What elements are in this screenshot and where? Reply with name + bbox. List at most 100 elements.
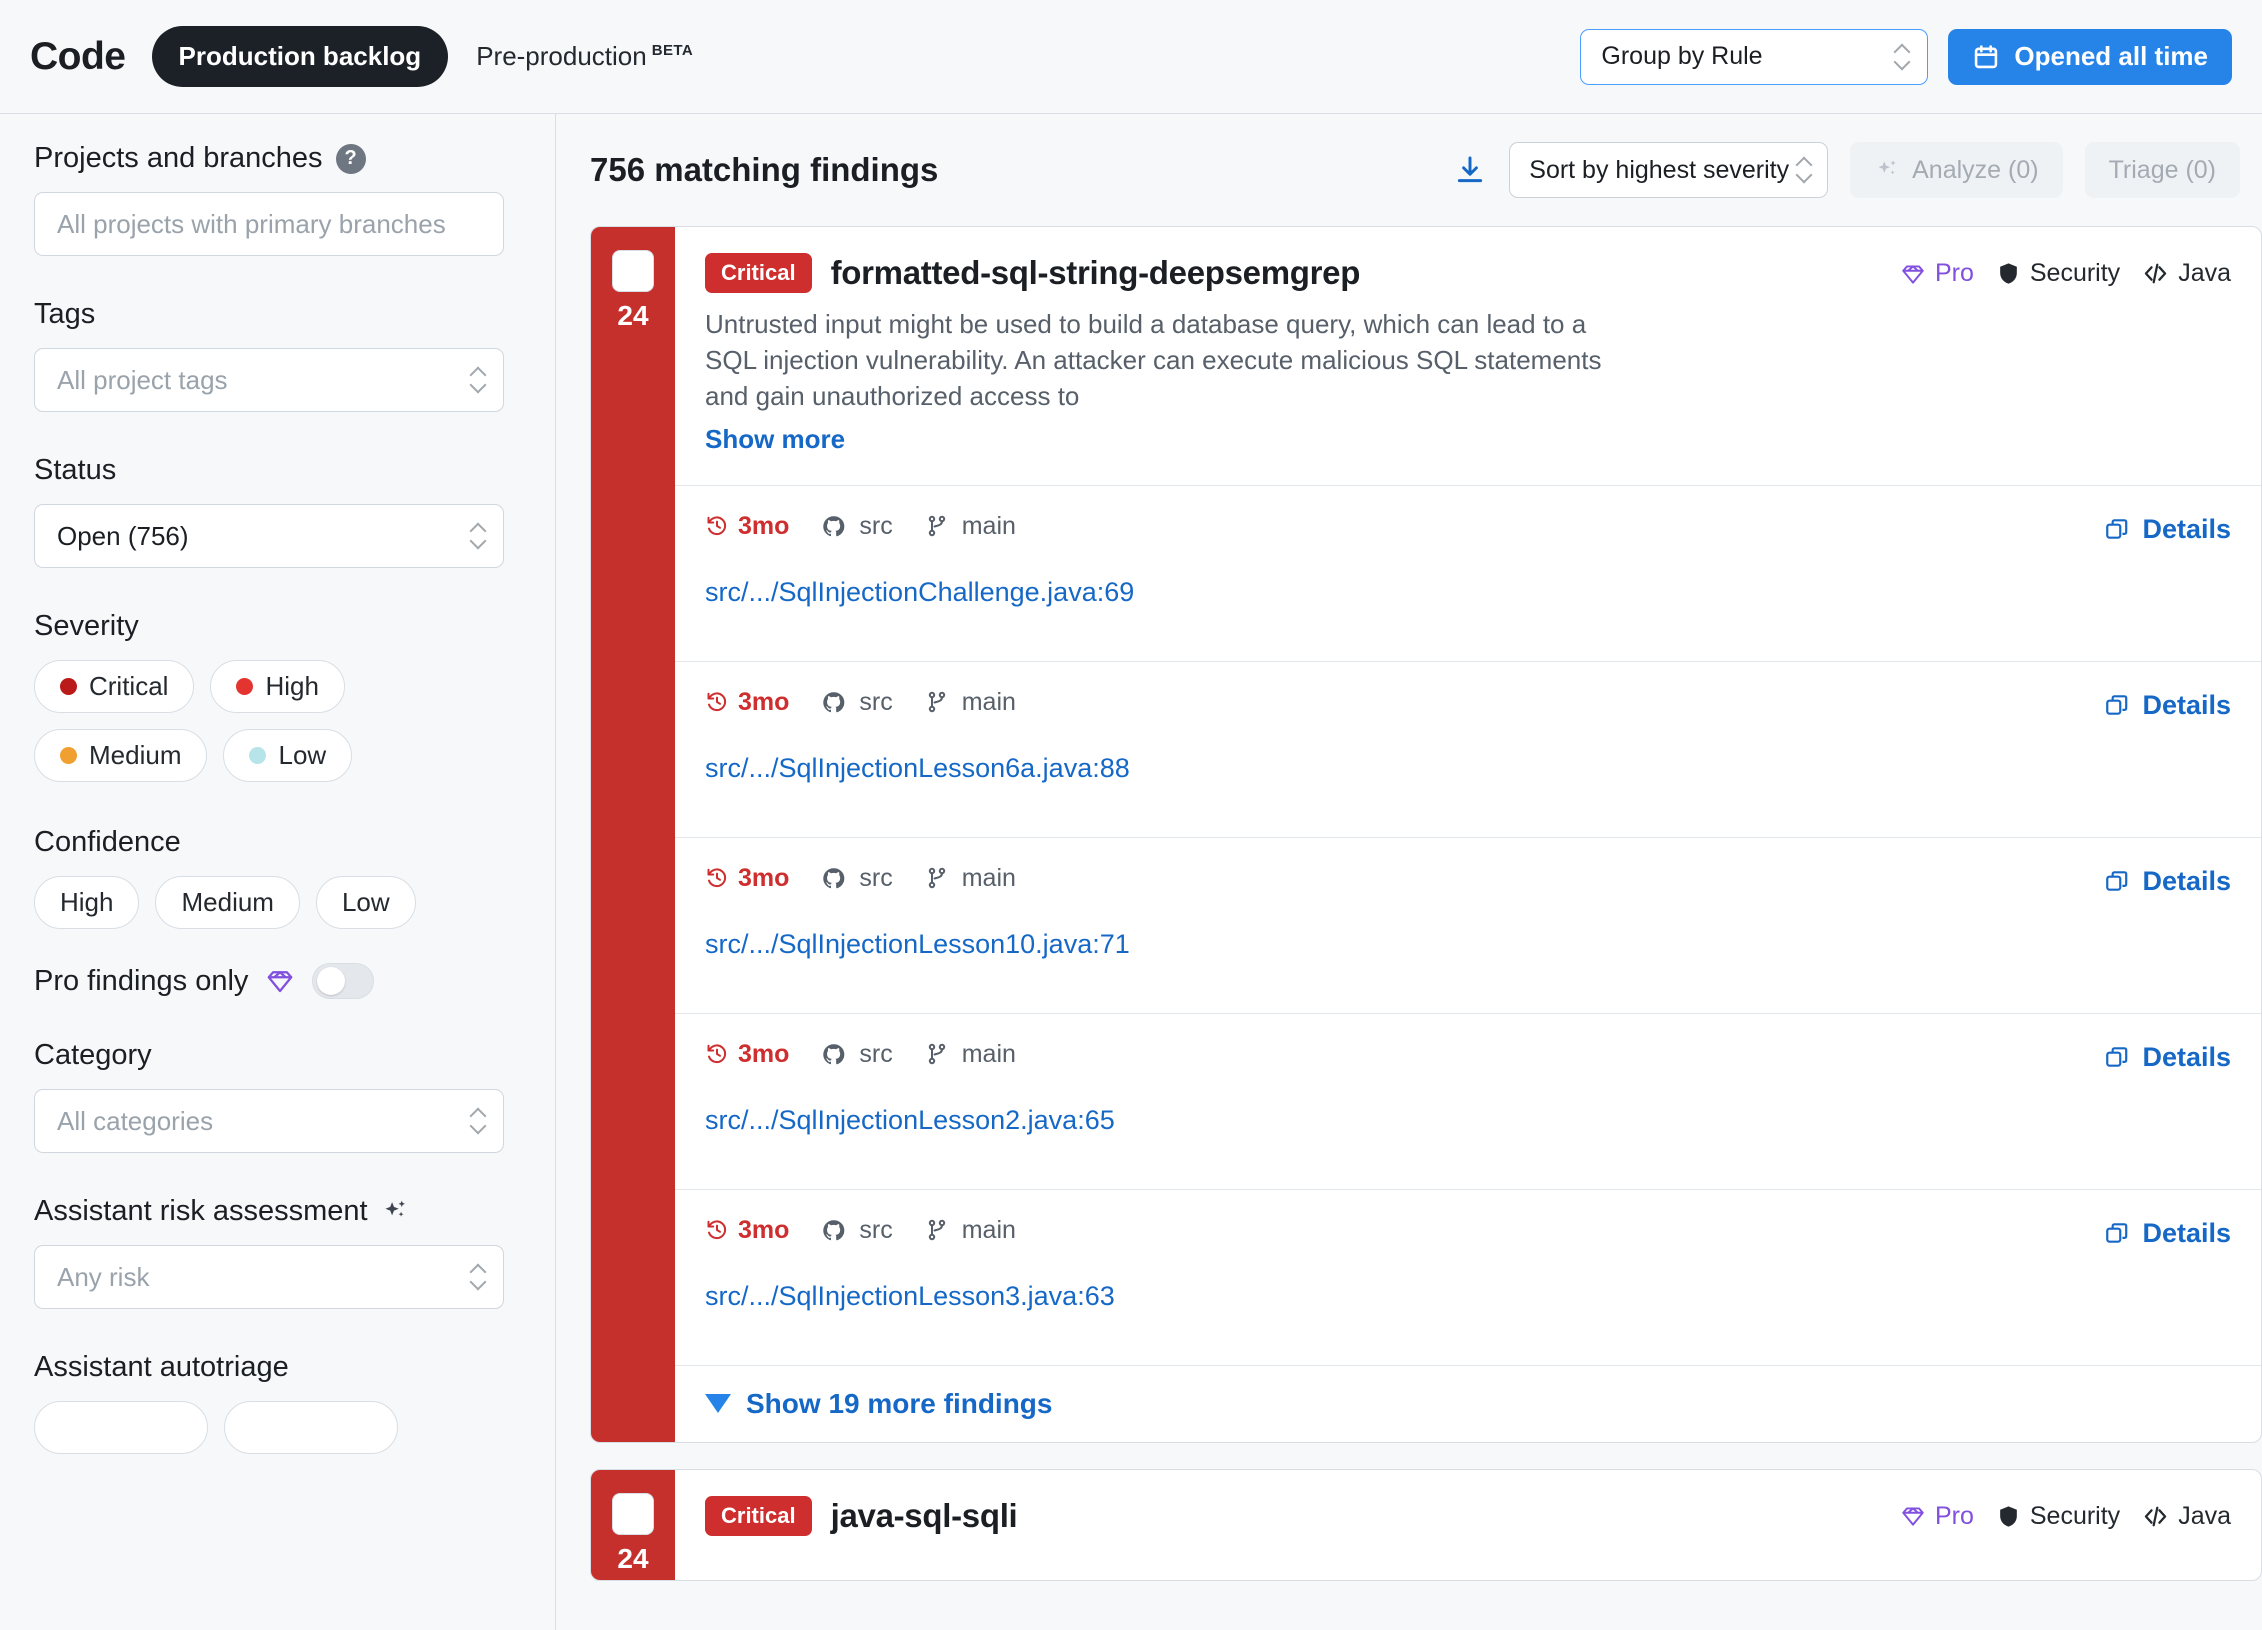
severity-chip-low[interactable]: Low [223, 729, 353, 782]
history-icon [705, 690, 729, 714]
severity-chip-medium-label: Medium [89, 740, 182, 770]
rule-title-row: Critical java-sql-sqli [705, 1495, 1900, 1536]
finding-age: 3mo [705, 1040, 789, 1069]
rule-header-main: Critical java-sql-sqli [705, 1495, 1900, 1550]
top-bar-actions: Group by Rule Opened all time [1580, 28, 2232, 85]
finding-path-link[interactable]: src/.../SqlInjectionLesson10.java:71 [705, 929, 2104, 960]
finding-row-main: 3mo src [705, 688, 2104, 784]
autotriage-chip-1[interactable] [34, 1401, 208, 1454]
tag-security: Security [1996, 259, 2120, 288]
sort-select[interactable]: Sort by highest severity [1509, 142, 1829, 198]
show-more-findings-button[interactable]: Show 19 more findings [675, 1364, 2261, 1442]
finding-card-body: Critical java-sql-sqli Pro Security Java [675, 1470, 2261, 1580]
severity-rail: 24 [591, 1469, 675, 1580]
risk-assessment-label-text: Assistant risk assessment [34, 1195, 368, 1227]
findings-toolbar: 756 matching findings Sort by highest se… [590, 114, 2262, 226]
rule-header-main: Critical formatted-sql-string-deepsemgre… [705, 253, 1900, 455]
tag-language-label: Java [2178, 1501, 2231, 1530]
environment-name: Pre-production [476, 41, 647, 71]
details-link[interactable]: Details [2104, 688, 2231, 721]
tags-select[interactable]: All project tags [34, 348, 504, 412]
finding-path-link[interactable]: src/.../SqlInjectionLesson2.java:65 [705, 1105, 2104, 1136]
finding-age-label: 3mo [738, 1215, 790, 1244]
risk-assessment-filter-label: Assistant risk assessment [34, 1195, 521, 1228]
analyze-button[interactable]: Analyze (0) [1850, 142, 2063, 198]
shield-icon [1996, 1504, 2021, 1529]
finding-row: 3mo src [675, 1012, 2261, 1189]
findings-toolbar-actions: Sort by highest severity Analyze (0) Tri [1453, 142, 2240, 198]
details-link[interactable]: Details [2104, 1216, 2231, 1249]
tag-language-label: Java [2178, 259, 2231, 287]
rule-description: Untrusted input might be used to build a… [705, 309, 1602, 411]
category-select[interactable]: All categories [34, 1089, 504, 1153]
shield-icon [1996, 261, 2021, 286]
details-label: Details [2142, 1041, 2231, 1072]
details-link[interactable]: Details [2104, 864, 2231, 897]
finding-age: 3mo [705, 1216, 789, 1245]
severity-chip-medium[interactable]: Medium [34, 729, 208, 782]
details-label: Details [2142, 513, 2231, 544]
projects-branches-input[interactable]: All projects with primary branches [34, 192, 504, 256]
rule-name[interactable]: java-sql-sqli [831, 1497, 1018, 1535]
download-icon[interactable] [1453, 153, 1487, 187]
status-select[interactable]: Open (756) [34, 504, 504, 568]
beta-tag: BETA [651, 42, 694, 59]
sort-value: Sort by highest severity [1529, 155, 1790, 184]
pro-findings-only-toggle[interactable] [312, 963, 375, 999]
rule-tags: Pro Security Java [1900, 1496, 2231, 1550]
triage-button[interactable]: Triage (0) [2084, 142, 2240, 198]
finding-row-main: 3mo src [705, 864, 2104, 960]
opened-all-time-button[interactable]: Opened all time [1948, 28, 2232, 85]
finding-age-label: 3mo [738, 863, 790, 892]
severity-badge: Critical [705, 253, 812, 293]
finding-repo: src [859, 863, 893, 892]
open-panel-icon [2104, 868, 2130, 894]
confidence-chip-low[interactable]: Low [315, 876, 416, 929]
finding-repo: src [859, 687, 893, 716]
confidence-chip-medium[interactable]: Medium [155, 876, 300, 929]
details-link[interactable]: Details [2104, 1040, 2231, 1073]
finding-age: 3mo [705, 512, 789, 541]
environment-label: Pre-production BETA [476, 41, 693, 72]
question-mark-icon[interactable]: ? [335, 143, 366, 174]
tag-pro: Pro [1900, 1502, 1974, 1531]
confidence-chip-high[interactable]: High [34, 876, 140, 929]
finding-row: 3mo src [675, 1188, 2261, 1365]
group-by-select[interactable]: Group by Rule [1580, 28, 1929, 85]
finding-card: 24 Critical formatted-sql-string-deepsem… [590, 226, 2262, 1443]
finding-path-link[interactable]: src/.../SqlInjectionLesson6a.java:88 [705, 753, 2104, 784]
show-more-link[interactable]: Show more [705, 424, 845, 455]
finding-meta: 3mo src main [705, 688, 2104, 717]
finding-age-label: 3mo [738, 687, 790, 716]
pro-findings-only-label: Pro findings only [34, 964, 249, 997]
severity-chip-critical[interactable]: Critical [34, 660, 195, 713]
tag-security: Security [1996, 1502, 2120, 1531]
rule-name[interactable]: formatted-sql-string-deepsemgrep [831, 254, 1361, 292]
chevron-updown-icon [1797, 155, 1813, 185]
open-panel-icon [2104, 1220, 2130, 1246]
finding-path-link[interactable]: src/.../SqlInjectionChallenge.java:69 [705, 577, 2104, 608]
context-pill-production-backlog[interactable]: Production backlog [151, 26, 449, 87]
category-placeholder: All categories [57, 1105, 214, 1136]
tag-pro-label: Pro [1934, 259, 1974, 287]
finding-row-main: 3mo src [705, 512, 2104, 608]
github-icon [821, 1218, 846, 1243]
diamond-icon [1900, 1503, 1926, 1529]
severity-chip-critical-label: Critical [89, 671, 169, 701]
sparkles-icon [1874, 157, 1900, 183]
branch-icon [925, 866, 949, 890]
finding-branch: main [961, 1039, 1016, 1068]
risk-select[interactable]: Any risk [34, 1245, 504, 1309]
details-link[interactable]: Details [2104, 512, 2231, 545]
pro-findings-only-row: Pro findings only [34, 963, 521, 999]
finding-repo: src [859, 511, 893, 540]
select-all-checkbox[interactable] [612, 250, 654, 292]
finding-path-link[interactable]: src/.../SqlInjectionLesson3.java:63 [705, 1281, 2104, 1312]
chevron-updown-icon [1895, 42, 1911, 72]
projects-placeholder: All projects with primary branches [57, 208, 446, 239]
autotriage-chip-2[interactable] [224, 1401, 398, 1454]
finding-row-main: 3mo src [705, 1216, 2104, 1312]
select-all-checkbox[interactable] [612, 1492, 654, 1535]
severity-chip-high[interactable]: High [210, 660, 345, 713]
diamond-icon [265, 966, 295, 996]
